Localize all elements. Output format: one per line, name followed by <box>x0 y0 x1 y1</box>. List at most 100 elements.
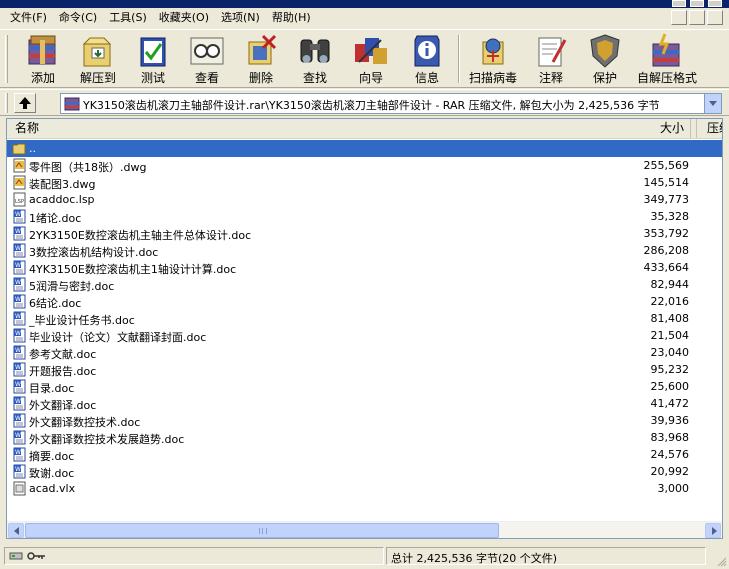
extract-to-icon <box>78 32 118 70</box>
dwg-file-icon <box>13 175 26 190</box>
column-packed[interactable]: 压缩 <box>703 119 722 138</box>
up-folder-button[interactable] <box>14 93 36 113</box>
extract-to-button[interactable]: 解压到 <box>74 32 122 87</box>
mdi-close-button[interactable] <box>707 10 723 25</box>
doc-file-icon: W <box>13 430 26 445</box>
toolbar-grip[interactable] <box>5 35 8 83</box>
scroll-right-button[interactable] <box>705 523 721 538</box>
file-row[interactable]: W 5润滑与密封.doc 82,944 <box>7 276 722 293</box>
address-bar: YK3150滚齿机滚刀主轴部件设计.rar\YK3150滚齿机滚刀主轴部件设计 … <box>0 89 729 116</box>
dwg-file-icon <box>13 158 26 173</box>
file-row[interactable]: LSP acaddoc.lsp 349,773 <box>7 191 722 208</box>
address-field[interactable]: YK3150滚齿机滚刀主轴部件设计.rar\YK3150滚齿机滚刀主轴部件设计 … <box>60 93 722 114</box>
scroll-thumb[interactable] <box>25 523 499 538</box>
find-label: 查找 <box>302 71 327 85</box>
file-row[interactable]: W 毕业设计（论文）文献翻译封面.doc 21,504 <box>7 327 722 344</box>
menu-file[interactable]: 文件(F) <box>4 9 53 27</box>
file-row[interactable]: W 参考文献.doc 23,040 <box>7 344 722 361</box>
svg-text:W: W <box>15 398 21 405</box>
svg-text:W: W <box>15 347 21 354</box>
sfx-button[interactable]: 自解压格式 <box>636 32 698 87</box>
doc-file-icon: W <box>13 464 26 479</box>
file-size: 286,208 <box>643 244 690 257</box>
menu-command[interactable]: 命令(C) <box>53 9 103 27</box>
menu-help[interactable]: 帮助(H) <box>266 9 317 27</box>
minimize-button[interactable] <box>672 0 686 7</box>
file-row[interactable]: W 开题报告.doc 95,232 <box>7 361 722 378</box>
comment-label: 注释 <box>538 71 563 85</box>
file-size: 39,936 <box>650 414 690 427</box>
menu-bar: 文件(F) 命令(C) 工具(S) 收藏夹(O) 选项(N) 帮助(H) <box>0 8 729 28</box>
doc-file-icon: W <box>13 277 26 292</box>
info-button[interactable]: 信息 <box>406 32 448 87</box>
parent-folder-row[interactable]: .. <box>7 140 722 157</box>
file-name: 外文翻译数控技术发展趋势.doc <box>29 433 185 446</box>
column-size[interactable]: 大小 <box>607 119 691 138</box>
file-size: 20,992 <box>650 465 690 478</box>
find-button[interactable]: 查找 <box>294 32 336 87</box>
file-row[interactable]: W 外文翻译数控技术.doc 39,936 <box>7 412 722 429</box>
address-grip[interactable] <box>5 93 8 113</box>
column-name[interactable]: 名称 <box>7 119 697 138</box>
file-row[interactable]: W 目录.doc 25,600 <box>7 378 722 395</box>
info-label: 信息 <box>414 71 439 85</box>
add-archive-icon <box>23 32 63 70</box>
file-row[interactable]: 装配图3.dwg 145,514 <box>7 174 722 191</box>
doc-file-icon: W <box>13 209 26 224</box>
svg-text:W: W <box>15 228 21 235</box>
comment-button[interactable]: 注释 <box>530 32 572 87</box>
mdi-restore-button[interactable] <box>689 10 705 25</box>
file-row[interactable]: W 外文翻译数控技术发展趋势.doc 83,968 <box>7 429 722 446</box>
doc-file-icon: W <box>13 345 26 360</box>
mdi-minimize-button[interactable] <box>671 10 687 25</box>
add-button[interactable]: 添加 <box>22 32 64 87</box>
menu-options[interactable]: 选项(N) <box>215 9 266 27</box>
size-grip-icon[interactable] <box>715 555 727 567</box>
file-row[interactable]: W 摘要.doc 24,576 <box>7 446 722 463</box>
file-row[interactable]: W 致谢.doc 20,992 <box>7 463 722 480</box>
file-row[interactable]: 零件图（共18张）.dwg 255,569 <box>7 157 722 174</box>
view-button[interactable]: 查看 <box>186 32 228 87</box>
menu-tools[interactable]: 工具(S) <box>103 9 153 27</box>
scroll-left-button[interactable] <box>8 523 24 538</box>
file-size: 83,968 <box>650 431 690 444</box>
file-list[interactable]: 名称 大小 压缩 .. 零件图（共18张）.dwg 255,569 装配图3.dwg… <box>6 118 723 539</box>
menu-favorites[interactable]: 收藏夹(O) <box>153 9 215 27</box>
file-row[interactable]: W 4YK3150E数控滚齿机主1轴设计计算.doc 433,664 <box>7 259 722 276</box>
file-name: acad.vlx <box>29 482 76 495</box>
virus-scan-button[interactable]: 扫描病毒 <box>466 32 520 87</box>
drive-icon[interactable] <box>9 551 23 561</box>
file-row[interactable]: W 外文翻译.doc 41,472 <box>7 395 722 412</box>
doc-file-icon: W <box>13 328 26 343</box>
sfx-icon <box>647 32 687 70</box>
svg-text:W: W <box>15 211 21 218</box>
file-row[interactable]: W 3数控滚齿机结构设计.doc 286,208 <box>7 242 722 259</box>
protect-icon <box>585 32 625 70</box>
file-name: 装配图3.dwg <box>29 178 96 191</box>
svg-text:W: W <box>15 381 21 388</box>
comment-icon <box>531 32 571 70</box>
file-size: 41,472 <box>650 397 690 410</box>
file-name: 1绪论.doc <box>29 212 82 225</box>
maximize-button[interactable] <box>690 0 704 7</box>
delete-button[interactable]: 删除 <box>240 32 282 87</box>
close-button[interactable] <box>708 0 722 7</box>
file-size: 145,514 <box>643 176 690 189</box>
key-icon[interactable] <box>27 551 47 561</box>
file-row[interactable]: W 2YK3150E数控滚齿机主轴主件总体设计.doc 353,792 <box>7 225 722 242</box>
test-icon <box>133 32 173 70</box>
test-button[interactable]: 测试 <box>132 32 174 87</box>
file-row[interactable]: W _毕业设计任务书.doc 81,408 <box>7 310 722 327</box>
file-size: 21,504 <box>650 329 690 342</box>
folder-icon <box>12 143 26 155</box>
sfx-label: 自解压格式 <box>636 71 697 85</box>
protect-button[interactable]: 保护 <box>584 32 626 87</box>
svg-text:W: W <box>15 245 21 252</box>
horizontal-scrollbar[interactable] <box>7 521 722 538</box>
file-row[interactable]: acad.vlx 3,000 <box>7 480 722 497</box>
wizard-button[interactable]: 向导 <box>350 32 392 87</box>
file-row[interactable]: W 6结论.doc 22,016 <box>7 293 722 310</box>
file-row[interactable]: W 1绪论.doc 35,328 <box>7 208 722 225</box>
address-dropdown-button[interactable] <box>704 94 721 113</box>
toolbar-separator <box>458 35 460 83</box>
